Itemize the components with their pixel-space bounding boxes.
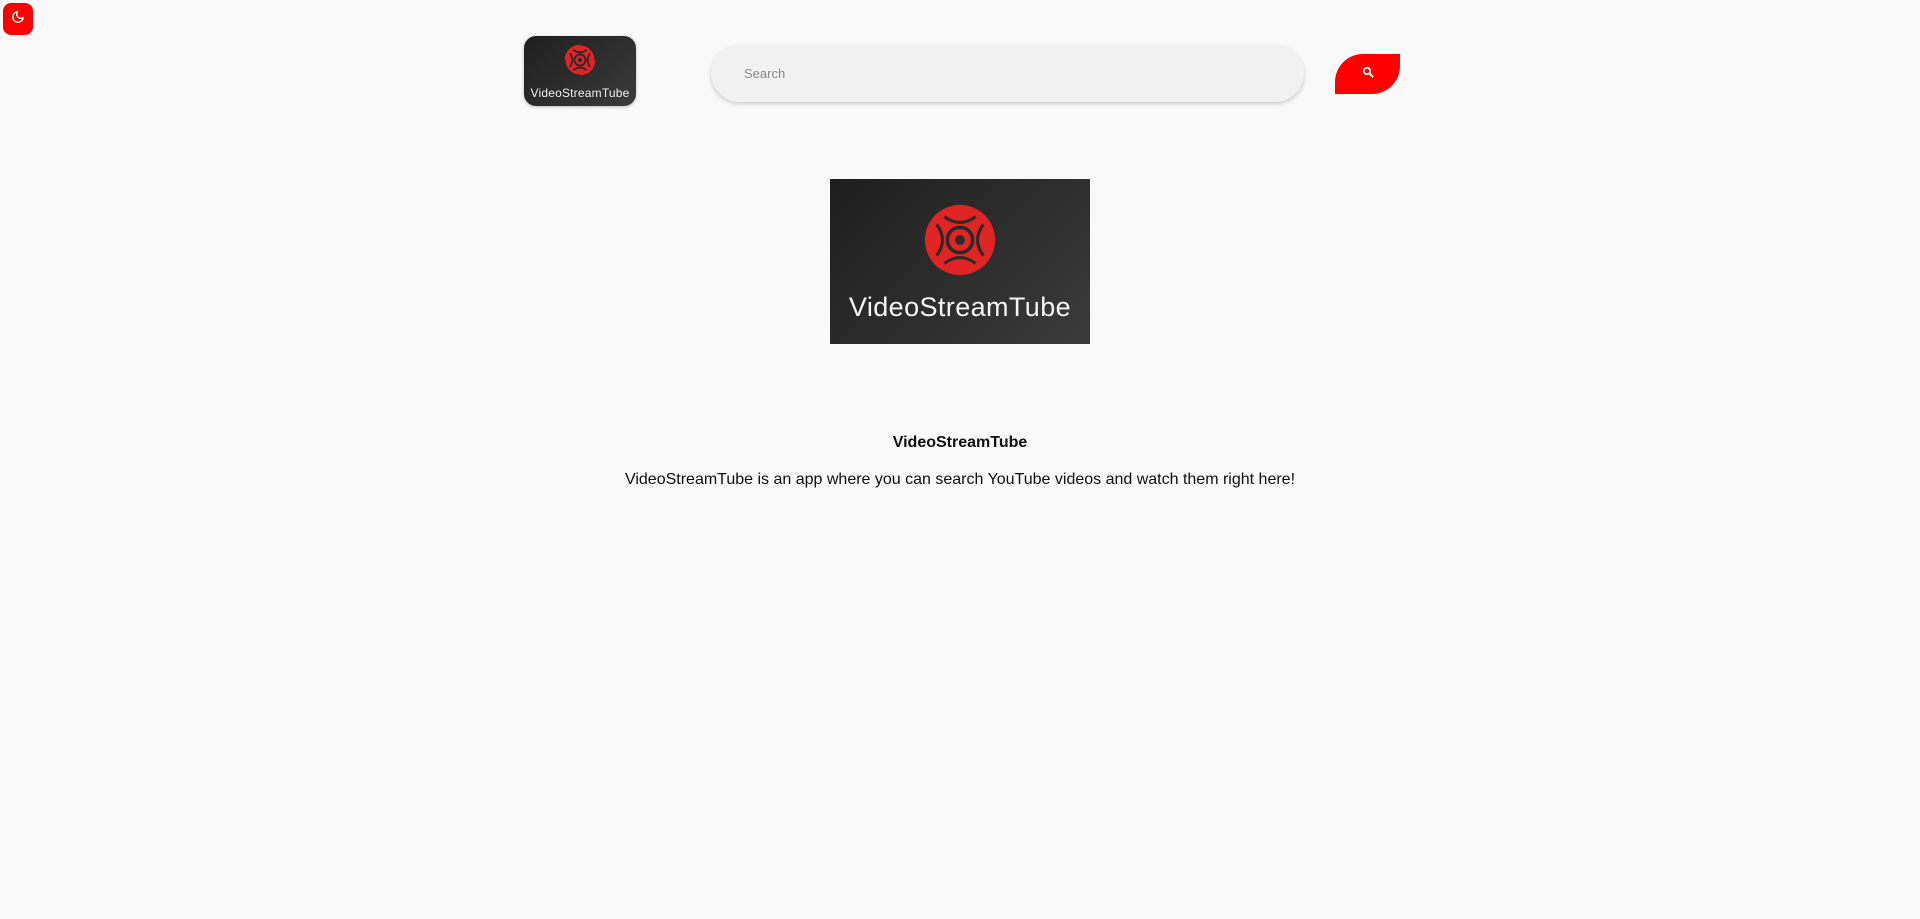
about-description: VideoStreamTube is an app where you can … [624, 471, 1296, 488]
hero-logo: VideoStreamTube [830, 179, 1090, 344]
header-logo-text: VideoStreamTube [530, 85, 630, 100]
search-button[interactable] [1335, 54, 1400, 94]
search-icon [1362, 65, 1374, 83]
search-input[interactable] [711, 45, 1304, 102]
moon-icon [11, 10, 25, 29]
about-title: VideoStreamTube [892, 434, 1028, 451]
header-logo[interactable]: VideoStreamTube [524, 36, 636, 106]
aperture-icon [563, 43, 597, 82]
aperture-icon [921, 201, 999, 284]
search-bar [711, 45, 1304, 102]
theme-toggle-button[interactable] [3, 3, 33, 35]
hero-logo-text: VideoStreamTube [848, 291, 1072, 322]
